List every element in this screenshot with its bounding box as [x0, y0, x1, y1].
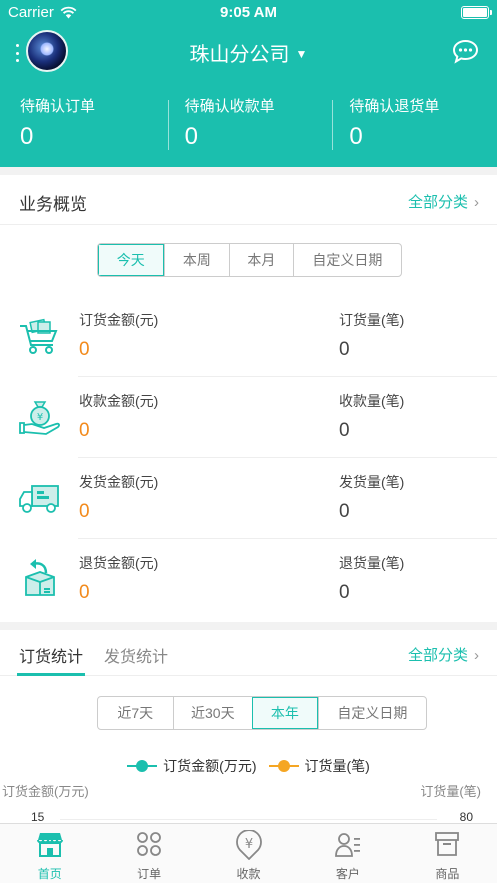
tab-orders[interactable]: 订单	[99, 824, 198, 883]
pending-returns-value: 0	[349, 123, 363, 150]
period-this-year[interactable]: 本年	[252, 697, 318, 729]
legend-item-amount[interactable]: 订货金额(万元)	[127, 756, 257, 776]
yuan-icon: ¥	[235, 830, 262, 860]
svg-text:¥: ¥	[244, 837, 252, 852]
pending-summary: 待确认订单 0 待确认收款单 0 待确认退货单 0	[0, 82, 497, 167]
period-7days[interactable]: 近7天	[98, 697, 173, 729]
tab-home-label: 首页	[37, 867, 62, 881]
pending-orders-label: 待确认订单	[20, 98, 96, 115]
store-icon	[36, 833, 63, 857]
legend-item-count[interactable]: 订货量(笔)	[268, 756, 370, 776]
tab-delivery-stats[interactable]: 发货统计	[104, 643, 168, 667]
company-selector[interactable]: 珠山分公司 ▼	[0, 38, 497, 67]
company-name: 珠山分公司	[189, 44, 290, 66]
delivery-count-value: 0	[339, 501, 350, 522]
message-icon[interactable]	[452, 39, 479, 64]
legend-amount-label: 订货金额(万元)	[163, 758, 257, 774]
legend-count-label: 订货量(笔)	[304, 758, 370, 774]
nav-bar: 珠山分公司 ▼	[0, 26, 497, 82]
statistics-tabs: 订货统计 发货统计 全部分类 ›	[0, 630, 497, 676]
return-amount-value: 0	[79, 582, 90, 603]
right-axis-label: 订货量(笔)	[420, 784, 481, 799]
delivery-count-label: 发货量(笔)	[339, 474, 405, 490]
pending-returns-label: 待确认退货单	[349, 98, 440, 115]
status-bar: Carrier 9:05 AM	[0, 0, 497, 26]
chart-gridline	[60, 819, 437, 820]
statistics-card: 订货统计 发货统计 全部分类 › 近7天 近30天 本年 自定义日期 订货金额(万…	[0, 630, 497, 824]
legend-marker-orange	[268, 760, 299, 772]
stat-row-orders[interactable]: 订货金额(元) 0 订货量(笔) 0	[0, 296, 497, 377]
order-count-value: 0	[339, 339, 350, 360]
stat-row-deliveries[interactable]: 发货金额(元) 0 发货量(笔) 0	[0, 458, 497, 539]
money-bag-hand-icon: ¥	[19, 401, 60, 435]
pending-orders[interactable]: 待确认订单 0	[0, 82, 168, 167]
overview-title: 业务概览	[19, 195, 87, 214]
period-month[interactable]: 本月	[229, 244, 293, 276]
pending-receipts-label: 待确认收款单	[184, 98, 275, 115]
order-amount-value: 0	[79, 339, 90, 360]
tab-customers[interactable]: 客户	[298, 824, 397, 883]
tab-products-label: 商品	[435, 867, 460, 881]
period-30days[interactable]: 近30天	[172, 697, 253, 729]
overview-header: 业务概览 全部分类 ›	[0, 175, 497, 225]
return-amount-label: 退货金额(元)	[79, 555, 159, 571]
receipt-count-value: 0	[339, 420, 350, 441]
pending-orders-value: 0	[20, 123, 34, 150]
bottom-tab-bar: 首页 订单 ¥ 收款 客户 商品	[0, 823, 497, 883]
tab-orders-label: 订单	[137, 867, 162, 881]
overview-all-categories-link[interactable]: 全部分类 ›	[408, 191, 479, 212]
chevron-right-icon: ›	[474, 194, 479, 211]
contact-icon	[335, 833, 360, 857]
delivery-amount-value: 0	[79, 501, 90, 522]
svg-text:¥: ¥	[37, 412, 43, 423]
return-count-value: 0	[339, 582, 350, 603]
order-count-label: 订货量(笔)	[339, 312, 405, 328]
stat-row-receipts[interactable]: ¥ 收款金额(元) 0 收款量(笔) 0	[0, 377, 497, 458]
delivery-amount-label: 发货金额(元)	[79, 474, 159, 490]
period-custom-stats[interactable]: 自定义日期	[317, 697, 426, 729]
pending-returns[interactable]: 待确认退货单 0	[332, 82, 497, 167]
return-count-label: 退货量(笔)	[339, 555, 405, 571]
pending-receipts-value: 0	[184, 123, 199, 150]
receipt-amount-label: 收款金额(元)	[79, 393, 159, 409]
tab-receipts[interactable]: ¥ 收款	[199, 824, 298, 883]
stat-row-returns[interactable]: 退货金额(元) 0 退货量(笔) 0	[0, 539, 497, 620]
tab-order-stats[interactable]: 订货统计	[16, 643, 86, 676]
period-custom[interactable]: 自定义日期	[292, 244, 401, 276]
battery-icon	[461, 6, 492, 19]
left-axis-tick: 15	[31, 810, 45, 824]
tab-customers-label: 客户	[335, 867, 360, 881]
overview-more-label: 全部分类	[407, 194, 468, 211]
stats-period-selector: 近7天 近30天 本年 自定义日期	[97, 696, 427, 730]
delivery-truck-icon	[19, 485, 59, 513]
chevron-down-icon: ▼	[295, 47, 308, 61]
grid-icon	[137, 832, 162, 856]
receipt-amount-value: 0	[79, 420, 90, 441]
cart-icon	[20, 318, 58, 354]
overview-period-selector: 今天 本周 本月 自定义日期	[97, 243, 402, 277]
right-axis-tick: 80	[459, 810, 473, 824]
chart-legend: 订货金额(万元) 订货量(笔)	[0, 756, 497, 776]
left-axis-label: 订货金额(万元)	[2, 784, 89, 799]
chevron-right-icon: ›	[474, 647, 479, 664]
order-amount-label: 订货金额(元)	[79, 312, 159, 328]
business-overview-card: 业务概览 全部分类 › 今天 本周 本月 自定义日期 订货金额(元) 0 订货量(…	[0, 175, 497, 622]
legend-marker-teal	[127, 760, 158, 772]
stats-all-categories-link[interactable]: 全部分类 ›	[408, 644, 479, 665]
return-box-icon	[25, 559, 55, 596]
clock: 9:05 AM	[220, 4, 277, 21]
stats-more-label: 全部分类	[407, 647, 468, 664]
tab-receipts-label: 收款	[236, 867, 261, 881]
period-week[interactable]: 本周	[163, 244, 230, 276]
pending-receipts[interactable]: 待确认收款单 0	[167, 82, 333, 167]
tab-products[interactable]: 商品	[398, 824, 497, 883]
period-today[interactable]: 今天	[98, 244, 164, 276]
receipt-count-label: 收款量(笔)	[339, 393, 405, 409]
box-icon	[435, 832, 460, 856]
tab-home[interactable]: 首页	[0, 824, 99, 883]
